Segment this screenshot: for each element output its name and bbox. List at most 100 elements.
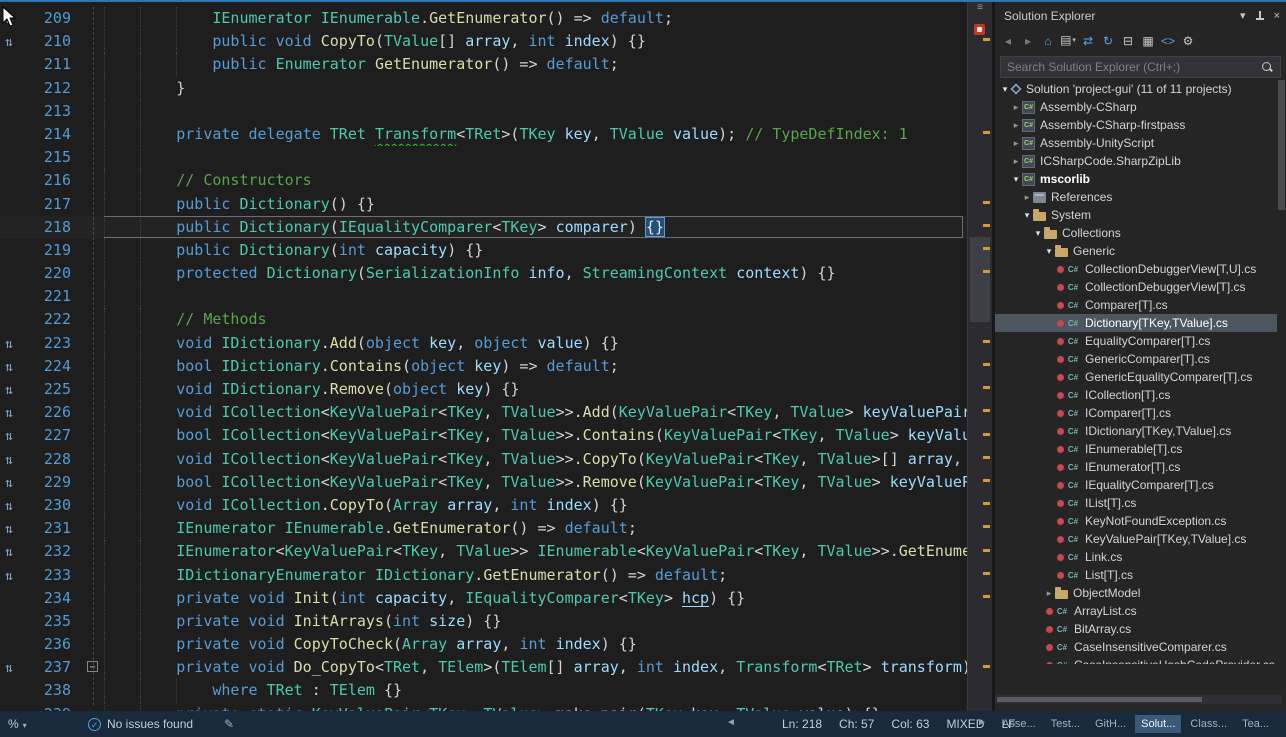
panel-tab-1[interactable]: Test...	[1045, 715, 1086, 733]
window-position-icon[interactable]: ▾	[1240, 9, 1246, 22]
fold-margin[interactable]	[78, 100, 104, 123]
code-line[interactable]: 219 public Dictionary(int capacity) {}	[0, 239, 968, 262]
code-text[interactable]: public void CopyTo(TValue[] array, int i…	[104, 30, 968, 53]
code-text[interactable]: bool IDictionary.Contains(object key) =>…	[104, 355, 968, 378]
gutter-margin[interactable]	[0, 169, 34, 192]
line-number[interactable]: 236	[34, 633, 78, 656]
tree-item[interactable]: List[T].cs	[995, 566, 1277, 584]
fold-margin[interactable]	[78, 308, 104, 331]
code-text[interactable]: protected Dictionary(SerializationInfo i…	[104, 262, 968, 285]
tree-item[interactable]: Comparer[T].cs	[995, 296, 1277, 314]
code-line[interactable]: ⇅225 void IDictionary.Remove(object key)…	[0, 378, 968, 401]
expander-icon[interactable]: ▸	[1021, 192, 1033, 203]
code-text[interactable]: void IDictionary.Add(object key, object …	[104, 332, 968, 355]
switch-views-icon[interactable]: ▤▾	[1060, 32, 1076, 49]
tree-item[interactable]: KeyValuePair[TKey,TValue].cs	[995, 530, 1277, 548]
code-text[interactable]: void IDictionary.Remove(object key) {}	[104, 378, 968, 401]
code-line[interactable]: 215	[0, 146, 968, 169]
gutter-margin[interactable]: ⇅	[0, 564, 34, 587]
implements-interface-icon[interactable]: ⇅	[5, 545, 13, 560]
search-icon[interactable]	[1260, 60, 1274, 74]
gutter-margin[interactable]: ⇅	[0, 355, 34, 378]
code-text[interactable]	[104, 146, 968, 169]
expander-icon[interactable]: ▾	[1010, 174, 1022, 185]
tree-item[interactable]: ▾Generic	[995, 242, 1277, 260]
code-text[interactable]: void ICollection<KeyValuePair<TKey, TVal…	[104, 448, 968, 471]
fold-margin[interactable]	[78, 146, 104, 169]
code-line[interactable]: 212 }	[0, 77, 968, 100]
fold-margin[interactable]	[78, 401, 104, 424]
gutter-margin[interactable]: ⇅	[0, 448, 34, 471]
line-number[interactable]: 221	[34, 285, 78, 308]
edit-icon[interactable]: ✎	[224, 717, 234, 731]
properties-icon[interactable]: ⚙	[1180, 33, 1196, 49]
gutter-margin[interactable]	[0, 100, 34, 123]
tree-item[interactable]: IComparer[T].cs	[995, 404, 1277, 422]
tree-item[interactable]: Dictionary[TKey,TValue].cs	[995, 314, 1277, 332]
line-number[interactable]: 230	[34, 494, 78, 517]
gutter-margin[interactable]	[0, 216, 34, 239]
expander-icon[interactable]: ▸	[1010, 120, 1022, 131]
tree-horizontal-scrollbar[interactable]	[995, 695, 1282, 704]
line-number[interactable]: 216	[34, 169, 78, 192]
gutter-margin[interactable]	[0, 193, 34, 216]
fold-margin[interactable]	[78, 169, 104, 192]
expander-icon[interactable]: ▾	[999, 84, 1011, 95]
fold-margin[interactable]	[78, 517, 104, 540]
fold-margin[interactable]	[78, 378, 104, 401]
line-number[interactable]: 231	[34, 517, 78, 540]
code-text[interactable]: public Dictionary(int capacity) {}	[104, 239, 968, 262]
sync-active-document-icon[interactable]: ⇄	[1080, 33, 1096, 49]
panel-tab-0[interactable]: Asse...	[996, 715, 1042, 733]
line-number[interactable]: 210	[34, 30, 78, 53]
split-editor-handle-icon[interactable]: ≡	[968, 2, 992, 14]
line-number[interactable]: 228	[34, 448, 78, 471]
gutter-margin[interactable]: ⇅	[0, 656, 34, 679]
search-input[interactable]	[1001, 60, 1260, 74]
tree-item[interactable]: ▸Assembly-CSharp	[995, 98, 1277, 116]
code-text[interactable]: private void CopyToCheck(Array array, in…	[104, 633, 968, 656]
code-text[interactable]: // Methods	[104, 308, 968, 331]
gutter-margin[interactable]	[0, 262, 34, 285]
code-text[interactable]: IEnumerator IEnumerable.GetEnumerator() …	[104, 517, 968, 540]
line-number[interactable]: 224	[34, 355, 78, 378]
tree-item[interactable]: ▸ObjectModel	[995, 584, 1277, 602]
implements-interface-icon[interactable]: ⇅	[5, 360, 13, 375]
implements-interface-icon[interactable]: ⇅	[5, 429, 13, 444]
fold-margin[interactable]	[78, 540, 104, 563]
implements-interface-icon[interactable]: ⇅	[5, 453, 13, 468]
back-icon[interactable]: ◂	[1000, 33, 1016, 49]
fold-collapse-icon[interactable]: −	[87, 661, 98, 672]
code-line[interactable]: 220 protected Dictionary(SerializationIn…	[0, 262, 968, 285]
code-line[interactable]: ⇅232 IEnumerator<KeyValuePair<TKey, TVal…	[0, 540, 968, 563]
expander-icon[interactable]: ▸	[1010, 102, 1022, 113]
line-number[interactable]: 211	[34, 53, 78, 76]
code-area[interactable]: ⇅209 IEnumerator IEnumerable.GetEnumerat…	[0, 2, 968, 711]
line-number[interactable]: 220	[34, 262, 78, 285]
code-text[interactable]: void ICollection<KeyValuePair<TKey, TVal…	[104, 401, 968, 424]
gutter-margin[interactable]: ⇅	[0, 332, 34, 355]
gutter-margin[interactable]: ⇅	[0, 540, 34, 563]
panel-tab-3[interactable]: Solut...	[1135, 715, 1181, 733]
code-text[interactable]: bool ICollection<KeyValuePair<TKey, TVal…	[104, 471, 968, 494]
fold-margin[interactable]	[78, 471, 104, 494]
line-number[interactable]: 233	[34, 564, 78, 587]
line-number[interactable]: 217	[34, 193, 78, 216]
code-text[interactable]: private void InitArrays(int size) {}	[104, 610, 968, 633]
line-number[interactable]: 235	[34, 610, 78, 633]
code-text[interactable]: IDictionaryEnumerator IDictionary.GetEnu…	[104, 564, 968, 587]
implements-interface-icon[interactable]: ⇅	[5, 569, 13, 584]
line-number[interactable]: 214	[34, 123, 78, 146]
tree-item[interactable]: IEnumerable[T].cs	[995, 440, 1277, 458]
tree-item[interactable]: IList[T].cs	[995, 494, 1277, 512]
view-code-icon[interactable]: <>	[1160, 33, 1176, 49]
gutter-margin[interactable]	[0, 239, 34, 262]
code-line[interactable]: 217 public Dictionary() {}	[0, 193, 968, 216]
code-text[interactable]: public Dictionary() {}	[104, 193, 968, 216]
fold-margin[interactable]	[78, 216, 104, 239]
line-number[interactable]: 222	[34, 308, 78, 331]
gutter-margin[interactable]	[0, 633, 34, 656]
gutter-margin[interactable]	[0, 610, 34, 633]
fold-margin[interactable]	[78, 703, 104, 711]
code-text[interactable]: private delegate TRet Transform<TRet>(TK…	[104, 123, 968, 146]
